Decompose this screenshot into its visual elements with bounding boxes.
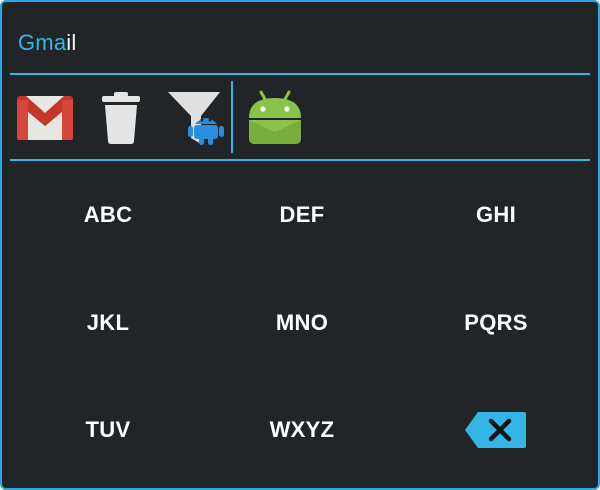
gmail-icon[interactable] [12, 88, 78, 146]
key-abc[interactable]: ABC [13, 165, 203, 265]
strip-divider [231, 81, 233, 153]
android-filter-icon[interactable] [162, 88, 228, 146]
app-result-strip [2, 75, 598, 159]
key-jkl[interactable]: JKL [13, 273, 203, 373]
backspace-key[interactable] [401, 380, 591, 480]
key-tuv[interactable]: TUV [13, 380, 203, 480]
search-bar[interactable]: Gmail [2, 2, 598, 74]
trash-icon[interactable] [88, 88, 154, 146]
search-typed-text: Gma [18, 30, 67, 55]
key-pqrs[interactable]: PQRS [401, 273, 591, 373]
android-icon[interactable] [242, 88, 308, 146]
key-ghi[interactable]: GHI [401, 165, 591, 265]
key-wxyz[interactable]: WXYZ [207, 380, 397, 480]
t9-keypad: ABC DEF GHI JKL MNO PQRS TUV WXYZ [2, 162, 598, 488]
key-mno[interactable]: MNO [207, 273, 397, 373]
search-query[interactable]: Gmail [18, 30, 76, 56]
key-def[interactable]: DEF [207, 165, 397, 265]
launcher-panel: Gmail ABC DEF GHI JKL MNO PQRS TUV WXYZ [0, 0, 600, 490]
strip-bottom-divider [10, 159, 590, 161]
backspace-icon [465, 412, 526, 448]
search-completion-text: il [66, 30, 77, 55]
